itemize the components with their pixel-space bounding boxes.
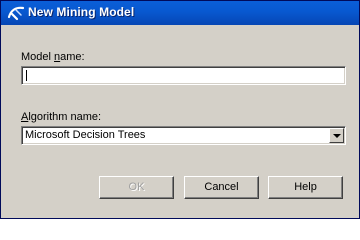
- model-name-label: Model name:: [21, 51, 85, 63]
- chevron-down-icon: [333, 134, 341, 138]
- mining-model-icon: [7, 6, 25, 21]
- help-button[interactable]: Help: [268, 176, 343, 199]
- title-bar[interactable]: New Mining Model: [1, 1, 359, 25]
- new-mining-model-dialog: New Mining Model Model name: Algorithm n…: [0, 0, 360, 219]
- window-title: New Mining Model: [28, 5, 135, 19]
- algorithm-name-label: Algorithm name:: [21, 111, 102, 123]
- algorithm-dropdown-button[interactable]: [329, 128, 344, 143]
- text-caret: [26, 70, 27, 81]
- algorithm-select[interactable]: Microsoft Decision Trees: [21, 126, 346, 145]
- ok-button[interactable]: OK: [99, 176, 174, 199]
- model-name-input[interactable]: [21, 66, 346, 85]
- algorithm-selected-value: Microsoft Decision Trees: [25, 129, 146, 141]
- dialog-body: Model name: Algorithm name: Microsoft De…: [4, 25, 356, 215]
- cancel-button[interactable]: Cancel: [184, 176, 259, 199]
